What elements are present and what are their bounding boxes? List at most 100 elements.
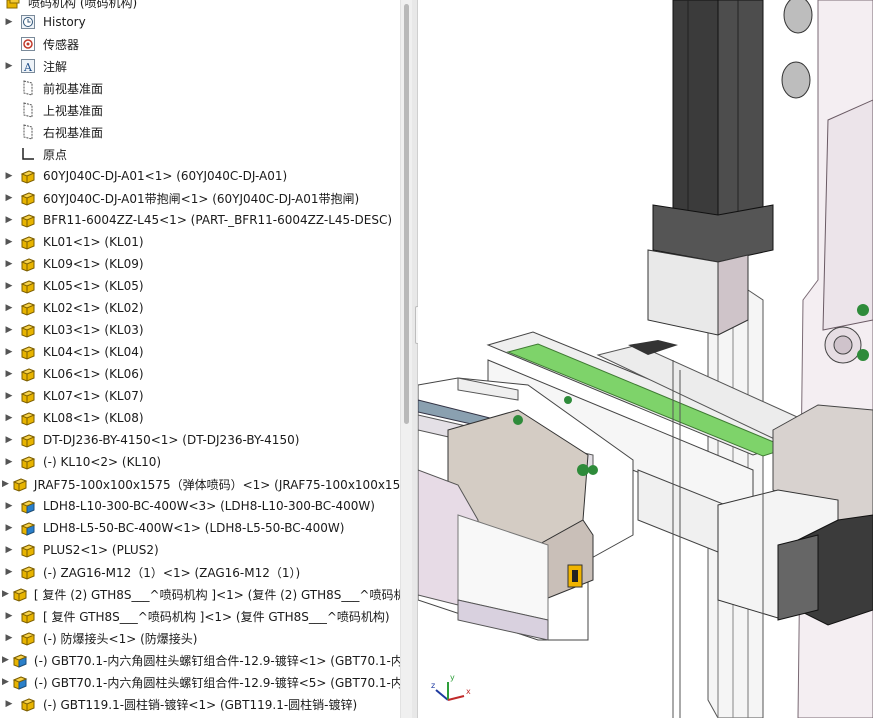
part-icon bbox=[19, 365, 37, 383]
tree-item[interactable]: ▶ 60YJ040C-DJ-A01<1> (60YJ040C-DJ-A01) bbox=[0, 165, 400, 187]
tree-item[interactable]: ▶ JRAF75-100x100x1575（弹体喷码）<1> (JRAF75-10… bbox=[0, 473, 400, 495]
tree-item[interactable]: ▶ (-) ZAG16-M12（1）<1> (ZAG16-M12（1）) bbox=[0, 561, 400, 583]
tree-item[interactable]: ▶ LDH8-L10-300-BC-400W<3> (LDH8-L10-300-B… bbox=[0, 495, 400, 517]
part-icon bbox=[19, 695, 37, 713]
expand-arrow-icon[interactable]: ▶ bbox=[2, 605, 16, 627]
tree-item[interactable]: 前视基准面 bbox=[0, 77, 400, 99]
tree-item-label: (-) 防爆接头<1> (防爆接头) bbox=[43, 631, 198, 646]
tree-item[interactable]: ▶ LDH8-L5-50-BC-400W<1> (LDH8-L5-50-BC-40… bbox=[0, 517, 400, 539]
expand-arrow-icon[interactable]: ▶ bbox=[2, 495, 16, 517]
tree-root-label: 喷码机构 (喷码机构) bbox=[28, 0, 138, 10]
tree-item[interactable]: ▶ DT-DJ236-BY-4150<1> (DT-DJ236-BY-4150) bbox=[0, 429, 400, 451]
tree-item[interactable]: ▶ KL01<1> (KL01) bbox=[0, 231, 400, 253]
tree-item[interactable]: ▶ (-) GBT70.1-内六角圆柱头螺钉组合件-12.9-镀锌<5> (GBT… bbox=[0, 671, 400, 693]
motor-column bbox=[647, 0, 813, 336]
tree-item[interactable]: ▶ KL05<1> (KL05) bbox=[0, 275, 400, 297]
tree-item-label: 上视基准面 bbox=[43, 103, 104, 118]
tree-item[interactable]: ▶ 60YJ040C-DJ-A01带抱闸<1> (60YJ040C-DJ-A01带… bbox=[0, 187, 400, 209]
tree-item[interactable]: ▶ (-) GBT119.1-圆柱销-镀锌<1> (GBT119.1-圆柱销-镀锌… bbox=[0, 693, 400, 715]
expand-arrow-icon[interactable]: ▶ bbox=[2, 253, 16, 275]
scrollbar-thumb[interactable] bbox=[404, 4, 409, 424]
tree-item-label: [ 复件 GTH8S___^喷码机构 ]<1> (复件 GTH8S___^喷码机… bbox=[43, 609, 390, 624]
tree-item-label: 注解 bbox=[43, 59, 68, 74]
tree-item[interactable]: ▶ History bbox=[0, 11, 400, 33]
tree-item-label: 传感器 bbox=[43, 37, 80, 52]
expand-arrow-icon[interactable]: ▶ bbox=[2, 165, 16, 187]
expand-arrow-icon[interactable]: ▶ bbox=[2, 539, 16, 561]
tree-item-label: KL01<1> (KL01) bbox=[43, 235, 144, 249]
tree-item[interactable]: ▶ A 注解 bbox=[0, 55, 400, 77]
expand-arrow-icon[interactable]: ▶ bbox=[2, 319, 16, 341]
expand-arrow-icon[interactable]: ▶ bbox=[2, 187, 16, 209]
expand-arrow-icon[interactable]: ▶ bbox=[2, 583, 9, 605]
part-icon bbox=[19, 321, 37, 339]
tree-item-label: DT-DJ236-BY-4150<1> (DT-DJ236-BY-4150) bbox=[43, 433, 300, 447]
expand-arrow-icon[interactable]: ▶ bbox=[2, 451, 16, 473]
assembly-icon bbox=[12, 673, 28, 691]
tree-item[interactable]: ▶ KL03<1> (KL03) bbox=[0, 319, 400, 341]
tree-item[interactable]: ▶ KL04<1> (KL04) bbox=[0, 341, 400, 363]
part-icon bbox=[19, 563, 37, 581]
expand-arrow-icon[interactable]: ▶ bbox=[2, 385, 16, 407]
tree-item[interactable]: ▶ (-) 防爆接头<1> (防爆接头) bbox=[0, 627, 400, 649]
expand-arrow-icon[interactable]: ▶ bbox=[2, 297, 16, 319]
tree-item[interactable]: 传感器 bbox=[0, 33, 400, 55]
triad-y-label: y bbox=[450, 673, 455, 682]
tree-item-label: 前视基准面 bbox=[43, 81, 104, 96]
tree-item[interactable]: ▶ [ 复件 (2) GTH8S___^喷码机构 ]<1> (复件 (2) GTH… bbox=[0, 583, 400, 605]
tree-item[interactable]: 右视基准面 bbox=[0, 121, 400, 143]
tree-item[interactable]: ▶ (-) KL10<2> (KL10) bbox=[0, 451, 400, 473]
expand-arrow-icon[interactable]: ▶ bbox=[2, 407, 16, 429]
tree-item-label: PLUS2<1> (PLUS2) bbox=[43, 543, 159, 557]
expand-arrow-icon[interactable]: ▶ bbox=[2, 55, 16, 77]
tree-item[interactable]: ▶ KL06<1> (KL06) bbox=[0, 363, 400, 385]
tree-item-label: BFR11-6004ZZ-L45<1> (PART-_BFR11-6004ZZ-… bbox=[43, 213, 393, 227]
plane-icon bbox=[19, 79, 37, 97]
assembly-icon bbox=[12, 651, 28, 669]
expand-arrow-icon[interactable]: ▶ bbox=[2, 649, 9, 671]
tree-item[interactable]: ▶ KL09<1> (KL09) bbox=[0, 253, 400, 275]
part-icon bbox=[19, 387, 37, 405]
expand-arrow-icon[interactable]: ▶ bbox=[2, 11, 16, 33]
expand-arrow-icon[interactable]: ▶ bbox=[2, 473, 9, 495]
assembly-icon bbox=[19, 497, 37, 515]
expand-arrow-icon[interactable]: ▶ bbox=[2, 561, 16, 583]
tree-item-label: [ 复件 (2) GTH8S___^喷码机构 ]<1> (复件 (2) GTH8… bbox=[33, 587, 400, 602]
expand-arrow-icon[interactable]: ▶ bbox=[2, 671, 9, 693]
expand-arrow-icon[interactable]: ▶ bbox=[2, 275, 16, 297]
expand-arrow-icon[interactable]: ▶ bbox=[2, 627, 16, 649]
graphics-viewport[interactable]: z y x bbox=[418, 0, 873, 718]
tree-item[interactable]: ▶ KL02<1> (KL02) bbox=[0, 297, 400, 319]
feature-manager-tree[interactable]: 喷码机构 (喷码机构) ▶ History 传感器 ▶ A 注解前视基准面上视基准面右视基… bbox=[0, 0, 400, 718]
tree-item-label: (-) KL10<2> (KL10) bbox=[43, 455, 162, 469]
part-icon bbox=[19, 189, 37, 207]
tree-item[interactable]: 原点 bbox=[0, 143, 400, 165]
view-triad: z y x bbox=[431, 673, 471, 701]
sensor-icon bbox=[19, 35, 37, 53]
tree-item[interactable]: ▶ PLUS2<1> (PLUS2) bbox=[0, 539, 400, 561]
tree-item[interactable]: ▶ (-) GBT70.1-内六角圆柱头螺钉组合件-12.9-镀锌<1> (GBT… bbox=[0, 649, 400, 671]
tree-item-label: LDH8-L5-50-BC-400W<1> (LDH8-L5-50-BC-400… bbox=[43, 521, 345, 535]
expand-arrow-icon[interactable]: ▶ bbox=[2, 231, 16, 253]
tree-item[interactable]: ▶ KL08<1> (KL08) bbox=[0, 407, 400, 429]
tree-item-label: KL05<1> (KL05) bbox=[43, 279, 144, 293]
part-icon bbox=[19, 211, 37, 229]
part-icon bbox=[19, 453, 37, 471]
tree-item[interactable]: ▶ KL07<1> (KL07) bbox=[0, 385, 400, 407]
model-render[interactable]: z y x bbox=[418, 0, 873, 718]
expand-arrow-icon[interactable]: ▶ bbox=[2, 363, 16, 385]
expand-arrow-icon[interactable]: ▶ bbox=[2, 429, 16, 451]
expand-arrow-icon[interactable]: ▶ bbox=[2, 341, 16, 363]
tree-item[interactable]: ▶ [ 复件 GTH8S___^喷码机构 ]<1> (复件 GTH8S___^喷码… bbox=[0, 605, 400, 627]
expand-arrow-icon[interactable]: ▶ bbox=[2, 517, 16, 539]
tree-item[interactable]: 上视基准面 bbox=[0, 99, 400, 121]
expand-arrow-icon[interactable]: ▶ bbox=[2, 209, 16, 231]
tree-item[interactable]: ▶ BFR11-6004ZZ-L45<1> (PART-_BFR11-6004ZZ… bbox=[0, 209, 400, 231]
part-icon bbox=[19, 629, 37, 647]
expand-arrow-icon[interactable]: ▶ bbox=[2, 693, 16, 715]
